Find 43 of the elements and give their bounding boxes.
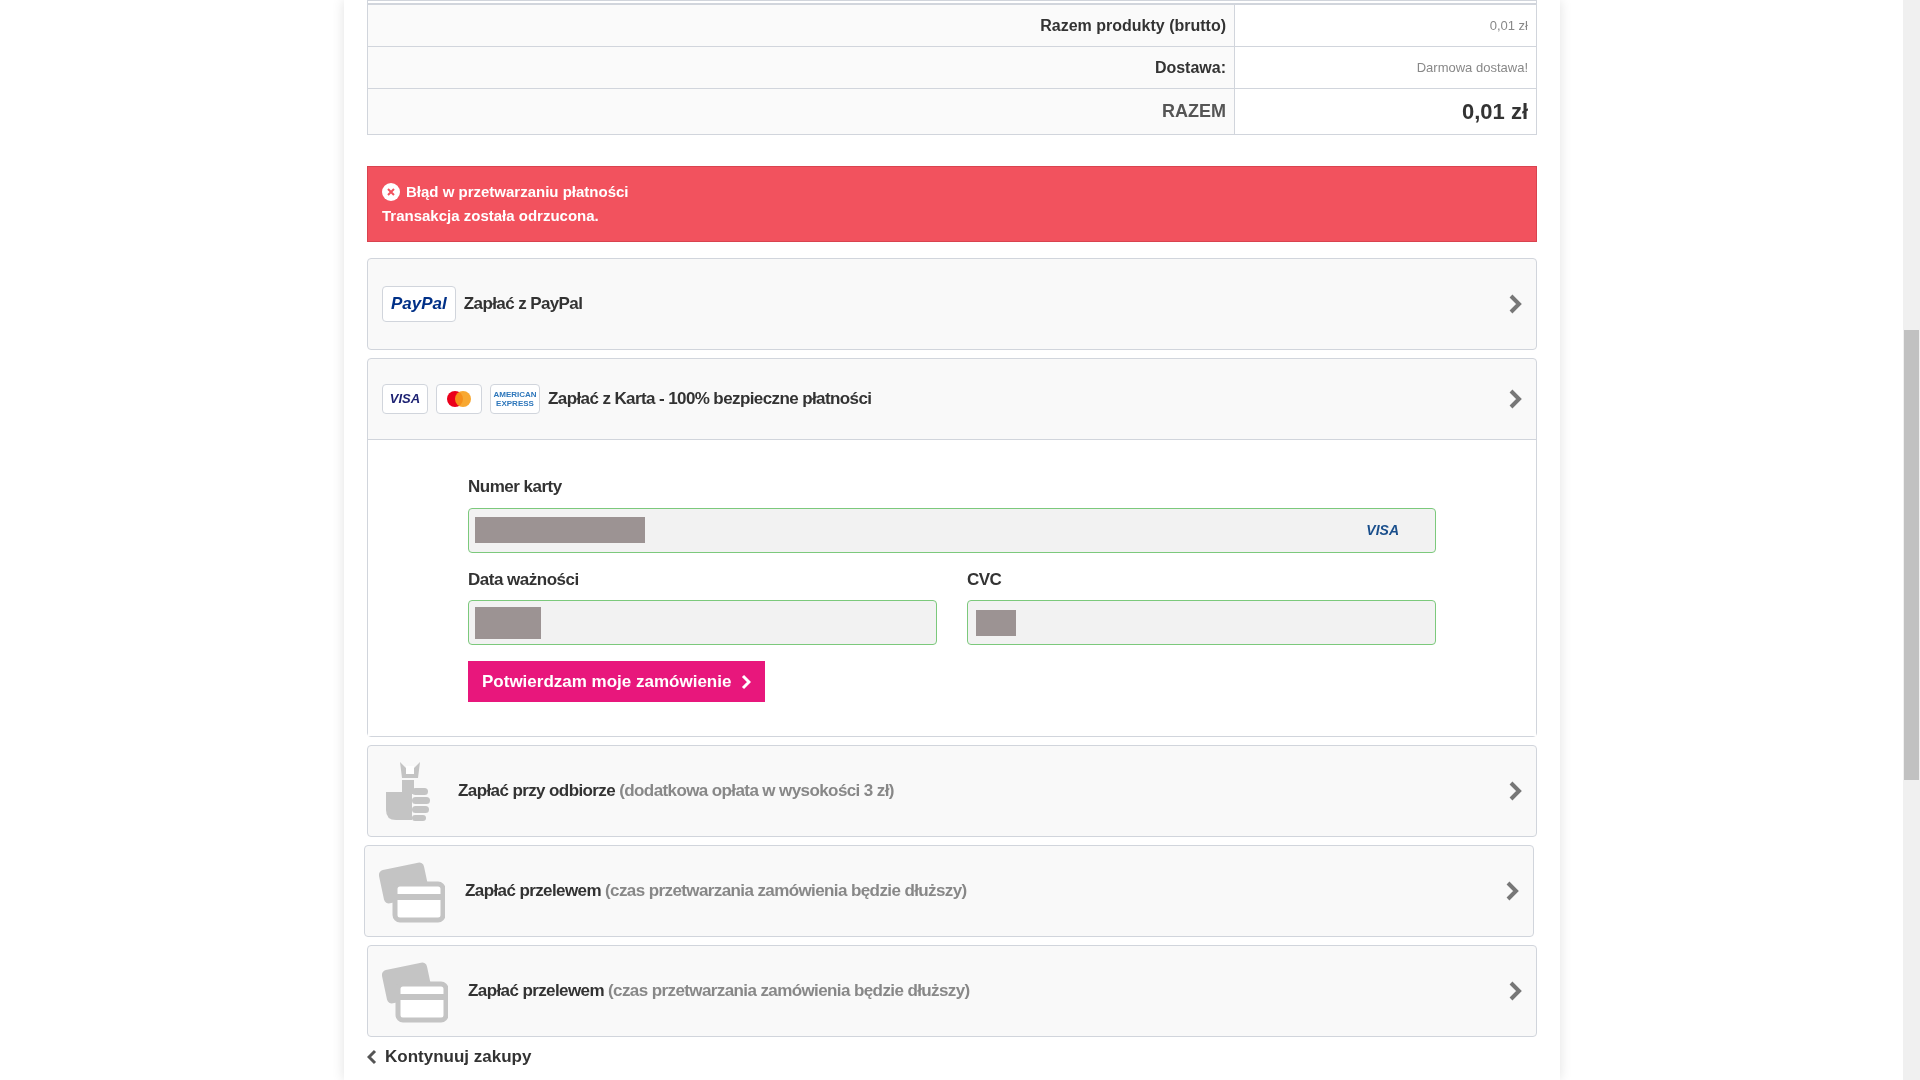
redacted-block [475, 606, 541, 639]
alert-message: Transakcja została odrzucona. [382, 206, 600, 226]
field-label: Data ważności [468, 568, 580, 591]
mastercard-logo [436, 384, 482, 414]
redacted-block [976, 609, 1016, 636]
payment-method-header[interactable]: VISA AMERICAN EXPRESS Zapłać z Karta - 100% bezpieczne płatności [368, 359, 1536, 439]
confirm-order-button[interactable]: Potwierdzam moje zamówienie [468, 661, 766, 702]
expiry-field[interactable] [468, 600, 937, 645]
payment-method-header[interactable]: Zapłać przelewem (czas przetwarzania zamówienia będzie dłuższy) [365, 846, 1533, 936]
error-icon [382, 182, 400, 201]
visa-logo: VISA [382, 384, 428, 414]
card-number-field[interactable]: VISA [468, 507, 1436, 553]
payment-method-header[interactable]: Zapłać przelewem (czas przetwarzania zamówienia będzie dłuższy) [368, 946, 1536, 1036]
summary-value: Darmowa dostawa! [1234, 46, 1537, 89]
payment-method-header[interactable]: Zapłać przy odbiorze (dodatkowa opłata w wysokości 3 zł) [368, 746, 1536, 836]
payment-method-label: Zapłać przelewem (czas przetwarzania zamówienia będzie dłuższy) [465, 880, 967, 903]
payment-method-header[interactable]: PayPal Zapłać z PayPal [368, 259, 1536, 349]
summary-label: RAZEM [367, 88, 1235, 135]
payment-method-label: Zapłać z Karta - 100% bezpieczne płatności [548, 388, 872, 411]
continue-shopping-link[interactable]: Kontynuuj zakupy [367, 1047, 1537, 1067]
chevron-right-icon [1508, 293, 1522, 315]
payment-method-label: Zapłać z PayPal [463, 293, 583, 316]
alert-title: Błąd w przetwarzaniu płatności [406, 181, 629, 202]
chevron-left-icon [367, 1049, 377, 1065]
field-label: Numer karty [468, 476, 563, 498]
chevron-right-icon [1505, 880, 1519, 902]
chevron-right-icon [1508, 388, 1522, 410]
visa-logo: VISA [1366, 520, 1399, 540]
summary-label: Dostawa: [367, 46, 1235, 89]
summary-value: 0,01 zł [1234, 88, 1537, 135]
summary-label: Razem produkty (brutto) [367, 4, 1235, 47]
amex-logo: AMERICAN EXPRESS [490, 384, 540, 414]
scrollbar[interactable] [1903, 0, 1920, 1080]
payment-method-label: Zapłać przy odbiorze (dodatkowa opłata w wysokości 3 zł) [458, 780, 894, 803]
payment-method-label: Zapłać przelewem (czas przetwarzania zamówienia będzie dłuższy) [468, 980, 970, 1003]
paypal-logo: PayPal [382, 286, 456, 322]
summary-value: 0,01 zł [1234, 4, 1537, 47]
scrollbar-thumb[interactable] [1904, 330, 1919, 780]
cvc-field[interactable] [967, 600, 1436, 645]
chevron-right-icon [1508, 980, 1522, 1002]
chevron-right-icon [741, 673, 752, 690]
field-label: CVC [967, 568, 1003, 591]
chevron-right-icon [1508, 780, 1522, 802]
